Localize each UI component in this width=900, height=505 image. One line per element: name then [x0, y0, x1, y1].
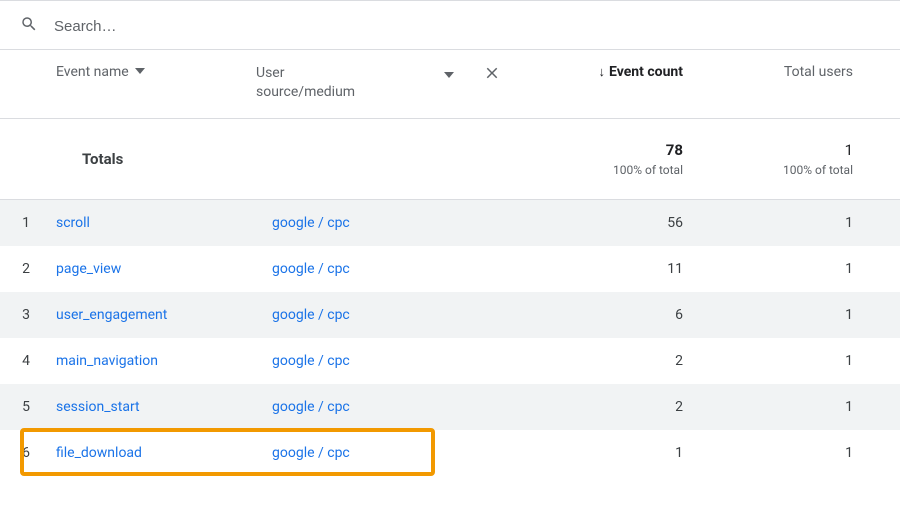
- cell-event-count: 2: [552, 399, 707, 415]
- table-row: 1scrollgoogle / cpc561: [0, 200, 900, 246]
- column-header-event-count[interactable]: ↓ Event count: [512, 64, 707, 80]
- source-medium-link[interactable]: google / cpc: [272, 399, 512, 415]
- table-body: 1scrollgoogle / cpc5612page_viewgoogle /…: [0, 200, 900, 476]
- event-name-link[interactable]: main_navigation: [56, 353, 272, 369]
- cell-event-count: 56: [552, 215, 707, 231]
- column-header-event-name[interactable]: Event name: [56, 64, 256, 80]
- search-bar: [0, 0, 900, 50]
- cell-total-users: 1: [707, 353, 877, 369]
- caret-down-icon: [444, 64, 472, 84]
- table-row: 5session_startgoogle / cpc 21: [0, 384, 900, 430]
- cell-event-count: 1: [552, 445, 707, 461]
- column-label: User source/medium: [256, 64, 355, 102]
- event-name-link[interactable]: session_start: [56, 399, 272, 415]
- column-header-source-medium[interactable]: User source/medium: [256, 64, 472, 102]
- cell-total-users: 1: [707, 261, 877, 277]
- cell-event-count: 6: [552, 307, 707, 323]
- column-header-total-users[interactable]: Total users: [707, 64, 877, 80]
- table-row: 6file_downloadgoogle / cpc 11: [0, 430, 900, 476]
- row-index: 4: [0, 353, 56, 369]
- column-label: Event count: [609, 64, 683, 80]
- event-name-link[interactable]: page_view: [56, 261, 272, 277]
- cell-total-users: 1: [707, 399, 877, 415]
- totals-event-count: 78 100% of total: [512, 141, 707, 177]
- cell-event-count: 2: [552, 353, 707, 369]
- search-input[interactable]: [52, 17, 880, 36]
- row-index: 1: [0, 215, 56, 231]
- source-medium-link[interactable]: google / cpc: [272, 261, 512, 277]
- cell-total-users: 1: [707, 215, 877, 231]
- source-medium-link[interactable]: google / cpc: [272, 353, 512, 369]
- column-label: Event name: [56, 64, 129, 80]
- table-header: Event name User source/medium ↓ Event co…: [0, 50, 900, 119]
- caret-down-icon: [135, 64, 145, 80]
- table-row: 3user_engagementgoogle / cpc 61: [0, 292, 900, 338]
- source-medium-link[interactable]: google / cpc: [272, 215, 512, 231]
- row-index: 5: [0, 399, 56, 415]
- source-medium-link[interactable]: google / cpc: [272, 445, 512, 461]
- totals-label: Totals: [56, 150, 512, 168]
- totals-total-users: 1 100% of total: [707, 141, 877, 177]
- event-name-link[interactable]: user_engagement: [56, 307, 272, 323]
- row-index: 2: [0, 261, 56, 277]
- close-icon: [483, 64, 501, 86]
- table-row: 4main_navigationgoogle / cpc 21: [0, 338, 900, 384]
- cell-total-users: 1: [707, 307, 877, 323]
- table-row: 2page_viewgoogle / cpc 111: [0, 246, 900, 292]
- source-medium-link[interactable]: google / cpc: [272, 307, 512, 323]
- event-name-link[interactable]: scroll: [56, 215, 272, 231]
- event-name-link[interactable]: file_download: [56, 445, 272, 461]
- cell-event-count: 11: [552, 261, 707, 277]
- row-index: 6: [0, 445, 56, 461]
- remove-dimension-button[interactable]: [472, 64, 512, 86]
- row-index: 3: [0, 307, 56, 323]
- cell-total-users: 1: [707, 445, 877, 461]
- sort-descending-icon: ↓: [599, 64, 606, 80]
- totals-row: Totals 78 100% of total 1 100% of total: [0, 119, 900, 200]
- column-label: Total users: [784, 64, 853, 80]
- search-icon: [20, 15, 38, 37]
